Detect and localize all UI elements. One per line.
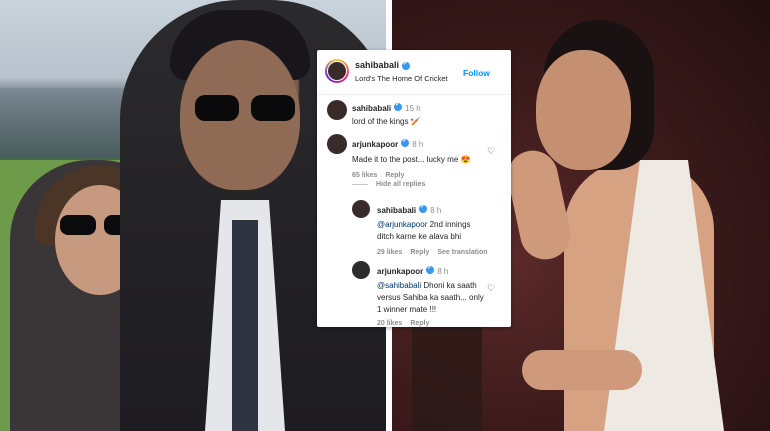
comment-avatar[interactable]: [327, 134, 347, 154]
reply-time: 8 h: [437, 267, 449, 276]
verified-badge-icon: [426, 264, 435, 274]
reply-row: sahibabali 8 h @arjunkapoor 2nd innings d…: [317, 200, 511, 256]
reply-time: 8 h: [430, 206, 442, 215]
comment-likes[interactable]: 65 likes: [352, 172, 377, 179]
woman-in-white-dress: [503, 20, 754, 431]
reply-username[interactable]: arjunkapoor: [377, 267, 423, 276]
follow-button[interactable]: Follow: [463, 68, 490, 78]
comment-text: Made it to the post... lucky me 😍: [352, 155, 471, 164]
verified-badge-icon: [401, 137, 410, 147]
hide-replies-label: Hide all replies: [376, 181, 426, 188]
reply-avatar[interactable]: [352, 261, 370, 279]
post-username[interactable]: sahibabali: [355, 60, 411, 70]
reply-meta: 29 likes Reply See translation: [377, 249, 488, 256]
reply-mention[interactable]: @arjunkapoor: [377, 220, 427, 229]
reply-reply-button[interactable]: Reply: [410, 320, 429, 327]
hide-replies-row: Hide all replies: [317, 181, 511, 193]
reply-text: @arjunkapoor 2nd innings ditch karne ke …: [377, 220, 471, 241]
post-avatar[interactable]: [325, 59, 349, 83]
reply-likes[interactable]: 29 likes: [377, 249, 402, 256]
reply-row: arjunkapoor 8 h @sahibabali Dhoni ka saat…: [317, 261, 511, 327]
reply-username[interactable]: sahibabali: [377, 206, 416, 215]
see-translation-button[interactable]: See translation: [437, 249, 487, 256]
caption-time: 15 h: [405, 104, 421, 113]
comment-username[interactable]: arjunkapoor: [352, 140, 398, 149]
post-header: sahibabali Lord's The Home Of Cricket Fo…: [317, 50, 511, 95]
hide-replies-button[interactable]: Hide all replies: [352, 181, 433, 188]
verified-badge-icon: [402, 60, 411, 70]
instagram-comment-card: sahibabali Lord's The Home Of Cricket Fo…: [317, 50, 511, 327]
verified-badge-icon: [394, 101, 403, 111]
reply-avatar[interactable]: [352, 200, 370, 218]
caption-text: lord of the kings 🏏: [352, 117, 421, 126]
divider-line: [352, 183, 368, 185]
reply-likes[interactable]: 20 likes: [377, 320, 402, 327]
reply-text: @sahibabali Dhoni ka saath versus Sahiba…: [377, 281, 484, 314]
verified-badge-icon: [419, 203, 428, 213]
comment-reply-button[interactable]: Reply: [385, 172, 404, 179]
post-location[interactable]: Lord's The Home Of Cricket: [355, 74, 448, 83]
comment-meta: 65 likes Reply: [352, 172, 487, 179]
caption-username[interactable]: sahibabali: [352, 104, 391, 113]
caption-row: sahibabali 15 h lord of the kings 🏏: [317, 98, 511, 126]
caption-avatar[interactable]: [327, 100, 347, 120]
reply-mention[interactable]: @sahibabali: [377, 281, 421, 290]
reply-reply-button[interactable]: Reply: [410, 249, 429, 256]
heart-icon[interactable]: ♡: [487, 283, 495, 294]
reply-meta: 20 likes Reply: [377, 320, 489, 327]
comment-time: 8 h: [412, 140, 424, 149]
heart-icon[interactable]: ♡: [487, 146, 495, 157]
comment-row: arjunkapoor 8 h Made it to the post... lu…: [317, 134, 511, 179]
